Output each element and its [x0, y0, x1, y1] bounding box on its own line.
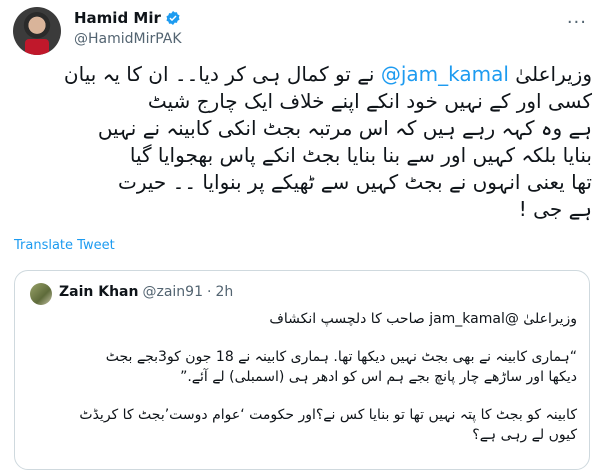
quoted-line: کابینہ کو بجٹ کا پتہ نہیں تھا تو بنایا ک…	[79, 407, 577, 423]
quoted-line: کیوں لے رہی ہے؟	[472, 427, 577, 443]
mention-link[interactable]: @jam_kamal	[381, 62, 509, 86]
tweet-line-start: وزیراعلیٰ	[508, 62, 592, 86]
quoted-line: “ہماری کابینہ نے بھی بجٹ نہیں دیکھا تھا.…	[105, 349, 577, 365]
tweet-line: بنایا بلکہ کہیں اور سے بنا بنایا بجٹ انک…	[129, 143, 592, 167]
tweet-line-end: نے تو کمال ہی کر دیا۔۔ ان کا یہ بیان	[63, 62, 381, 86]
quoted-author-handle: @zain91	[142, 284, 203, 300]
quoted-tweet-body: وزیراعلیٰ @jam_kamal صاحب کا دلچسپ انکشا…	[27, 309, 577, 445]
quoted-line: دیکھا اور ساڑھے چار پانچ بجے ہم اس کو اد…	[180, 369, 577, 385]
quoted-line: وزیراعلیٰ @jam_kamal صاحب کا دلچسپ انکشا…	[269, 311, 577, 327]
more-options-icon[interactable]: ···	[567, 12, 587, 33]
tweet-line: کسی اور کے نہیں خود انکے اپنے خلاف ایک چ…	[147, 89, 592, 113]
tweet-text: وزیراعلیٰ @jam_kamal نے تو کمال ہی کر دی…	[62, 61, 592, 223]
tweet-line: ہے وہ کہہ رہے ہیں کہ اس مرتبہ بجٹ انکی ک…	[97, 116, 592, 140]
quoted-author-row: Zain Khan @zain91 · 2h	[59, 284, 233, 300]
author-handle[interactable]: @HamidMirPAK	[74, 31, 182, 47]
quoted-timestamp: 2h	[215, 284, 234, 300]
tweet-line: ہے جی !	[518, 197, 592, 221]
quoted-author-avatar	[30, 283, 52, 305]
quoted-tweet[interactable]: Zain Khan @zain91 · 2h وزیراعلیٰ @jam_ka…	[14, 270, 590, 470]
tweet-header: Hamid Mir @HamidMirPAK ···	[0, 0, 605, 58]
tweet-line: وزیراعلیٰ @jam_kamal نے تو کمال ہی کر دی…	[62, 61, 592, 88]
meta-separator: ·	[206, 284, 212, 300]
translate-tweet-link[interactable]: Translate Tweet	[14, 238, 115, 253]
verified-badge-icon	[166, 11, 180, 25]
author-name-row: Hamid Mir	[74, 9, 181, 27]
tweet-line: تھا یعنی انہوں نے بجٹ کہیں سے ٹھیکے پر ب…	[117, 170, 592, 194]
quoted-author-name: Zain Khan	[59, 284, 139, 300]
author-avatar[interactable]	[13, 7, 61, 55]
author-name[interactable]: Hamid Mir	[74, 9, 161, 27]
